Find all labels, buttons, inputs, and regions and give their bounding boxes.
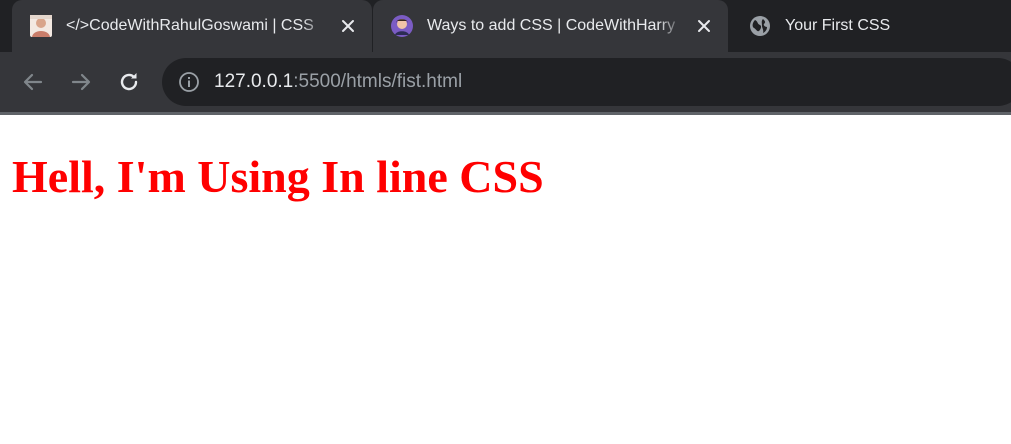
url-text[interactable]: 127.0.0.1:5500/htmls/fist.html xyxy=(214,71,462,93)
page-content: Hell, I'm Using In line CSS xyxy=(0,115,1011,444)
user-photo-icon xyxy=(30,15,52,37)
browser-window: </>CodeWithRahulGoswami | CSS Ways to ad… xyxy=(0,0,1011,444)
url-path: :5500/htmls/fist.html xyxy=(293,71,463,92)
back-arrow-icon[interactable] xyxy=(19,68,47,96)
toolbar: 127.0.0.1:5500/htmls/fist.html xyxy=(0,52,1011,112)
tab-codewithrahulgoswami[interactable]: </>CodeWithRahulGoswami | CSS xyxy=(12,0,372,52)
tab-ways-to-add-css[interactable]: Ways to add CSS | CodeWithHarry xyxy=(373,0,728,52)
tab-title: Ways to add CSS | CodeWithHarry xyxy=(427,17,684,35)
forward-arrow-icon[interactable] xyxy=(67,68,95,96)
url-host: 127.0.0.1 xyxy=(214,71,294,92)
info-icon[interactable] xyxy=(178,71,200,93)
tab-strip: </>CodeWithRahulGoswami | CSS Ways to ad… xyxy=(0,0,1011,52)
close-icon[interactable] xyxy=(340,18,356,34)
address-bar[interactable]: 127.0.0.1:5500/htmls/fist.html xyxy=(162,58,1011,106)
reload-icon[interactable] xyxy=(115,68,143,96)
globe-icon xyxy=(750,16,770,36)
close-icon[interactable] xyxy=(696,18,712,34)
page-heading: Hell, I'm Using In line CSS xyxy=(12,151,544,202)
tab-title: Your First CSS xyxy=(785,17,891,34)
tab-your-first-css[interactable]: Your First CSS xyxy=(731,0,1011,52)
tab-title: </>CodeWithRahulGoswami | CSS xyxy=(66,17,328,35)
avatar-icon xyxy=(391,15,413,37)
